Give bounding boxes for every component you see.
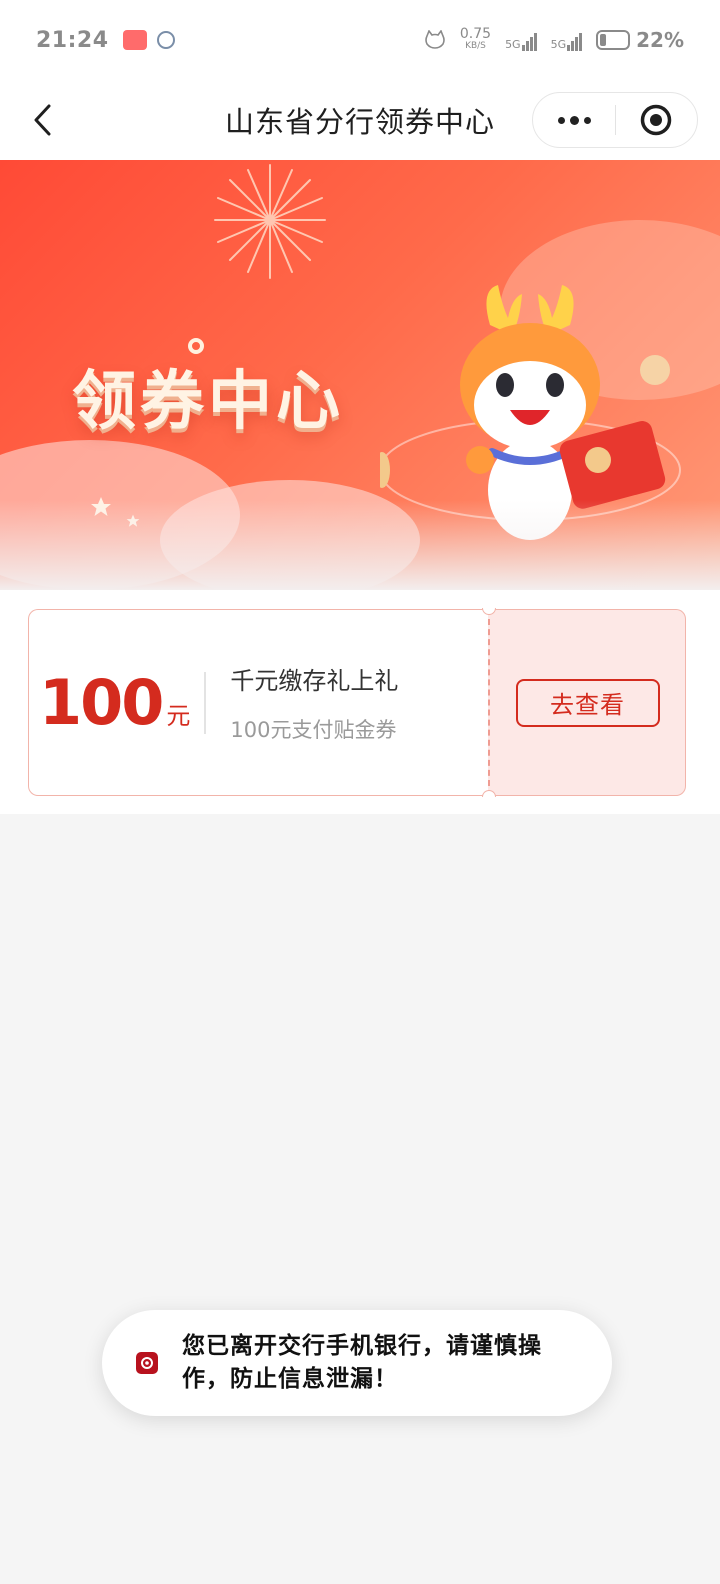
- toast-notification: 您已离开交行手机银行，请谨慎操作，防止信息泄漏！: [102, 1310, 612, 1416]
- banner-fade: [0, 500, 720, 590]
- back-button[interactable]: [22, 100, 62, 140]
- more-button[interactable]: [533, 92, 615, 148]
- banner-title: 领券中心: [72, 338, 344, 442]
- status-bar: 21:24 0.75 KB/S 5G 5G 22%: [0, 0, 720, 80]
- battery-indicator: 22%: [596, 28, 684, 52]
- more-dots-icon-center: [569, 115, 579, 125]
- toast-message: 您已离开交行手机银行，请谨慎操作，防止信息泄漏！: [182, 1333, 542, 1392]
- close-mini-program-button[interactable]: [616, 92, 697, 148]
- ring-decoration: [188, 338, 204, 354]
- cat-icon: [425, 30, 445, 49]
- more-dots-icon: [557, 116, 565, 124]
- coupon-amount-unit: 元: [166, 702, 191, 730]
- signal-1-label: 5G: [505, 38, 521, 51]
- notification-icons: [122, 30, 175, 50]
- target-close-icon: [641, 104, 672, 136]
- bocom-logo-mark: [141, 1357, 153, 1369]
- battery-icon: [596, 30, 631, 50]
- signal-2-icon: 5G: [551, 29, 583, 51]
- coupon-notch-bottom: [482, 790, 496, 797]
- chevron-left-icon: [34, 104, 51, 136]
- bocom-logo-icon: [136, 1352, 158, 1374]
- coupon-subtitle: 100元支付贴金券: [230, 718, 397, 742]
- signal-1-icon: 5G: [505, 29, 537, 51]
- coupon-card[interactable]: 100 元 千元缴存礼上礼 100元支付贴金券 去查看: [28, 608, 686, 797]
- view-coupon-button[interactable]: 去查看: [515, 678, 660, 727]
- coupon-list: 100 元 千元缴存礼上礼 100元支付贴金券 去查看: [0, 590, 720, 814]
- more-dots-icon-right: [583, 116, 591, 124]
- mini-program-capsule: [532, 92, 698, 148]
- banner-title-text: 领券中心: [72, 365, 344, 439]
- signal-2-label: 5G: [550, 38, 567, 51]
- hero-banner: 领券中心: [0, 160, 720, 590]
- bank-notification-icon: [156, 31, 175, 49]
- navigation-bar: 山东省分行领券中心: [0, 80, 720, 160]
- battery-level: 22%: [636, 28, 684, 52]
- coupon-divider: [204, 671, 207, 734]
- coupon-amount-value: 100: [39, 666, 164, 739]
- status-time: 21:24: [36, 27, 109, 53]
- coupon-info: 100 元 千元缴存礼上礼 100元支付贴金券: [28, 608, 496, 797]
- coupon-texts: 千元缴存礼上礼 100元支付贴金券: [230, 661, 398, 744]
- app-notification-icon: [122, 30, 147, 50]
- status-indicators: 0.75 KB/S 5G 5G 22%: [424, 27, 684, 52]
- firework-icon: [214, 164, 326, 279]
- network-speed: 0.75 KB/S: [460, 27, 491, 52]
- coupon-amount: 100 元: [39, 666, 190, 739]
- coupon-title: 千元缴存礼上礼: [230, 667, 399, 695]
- coupon-action-area: 去查看: [488, 609, 686, 796]
